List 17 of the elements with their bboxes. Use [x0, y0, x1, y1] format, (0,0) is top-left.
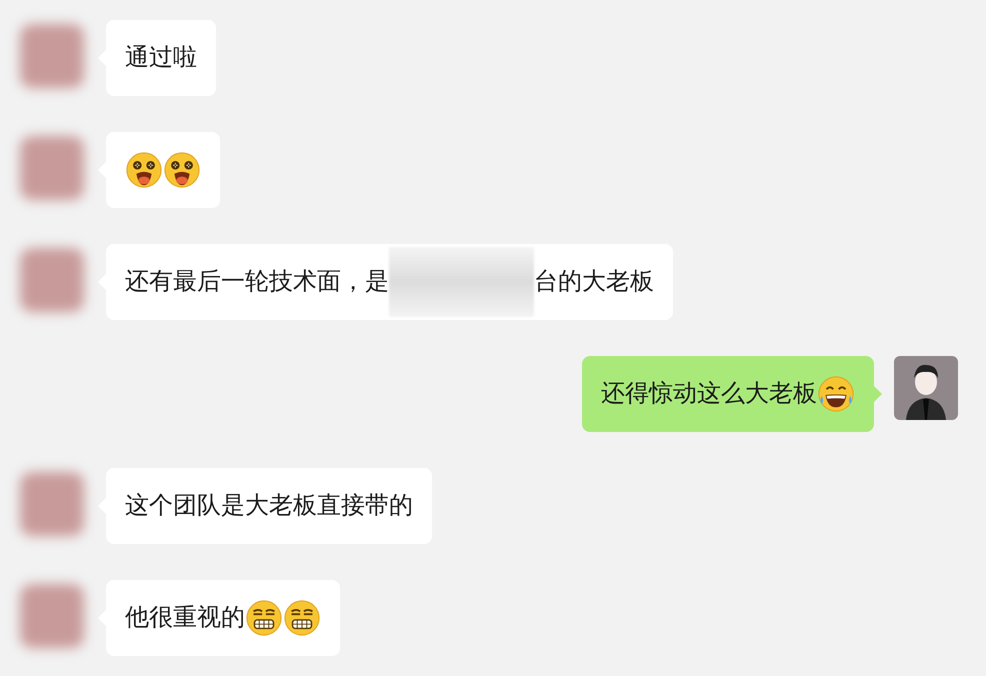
message-text: 他很重视的 [125, 603, 245, 633]
laughing-tears-face-icon [817, 375, 855, 413]
blurred-avatar[interactable] [20, 584, 84, 648]
star-eyed-face-icon [125, 151, 163, 189]
person-avatar[interactable] [894, 356, 958, 420]
star-eyed-face-icon [163, 151, 201, 189]
blurred-avatar[interactable] [20, 248, 84, 312]
blurred-avatar[interactable] [20, 472, 84, 536]
message-text: 这个团队是大老板直接带的 [125, 491, 413, 521]
grinning-face-icon [245, 599, 283, 637]
message-text: 还得惊动这么大老板 [601, 379, 817, 409]
message-text: 台的大老板 [534, 267, 654, 297]
blurred-avatar[interactable] [20, 24, 84, 88]
message-text: 还有最后一轮技术面，是 [125, 267, 389, 297]
blurred-avatar[interactable] [20, 136, 84, 200]
grinning-face-icon [283, 599, 321, 637]
message-text: 通过啦 [125, 43, 197, 73]
